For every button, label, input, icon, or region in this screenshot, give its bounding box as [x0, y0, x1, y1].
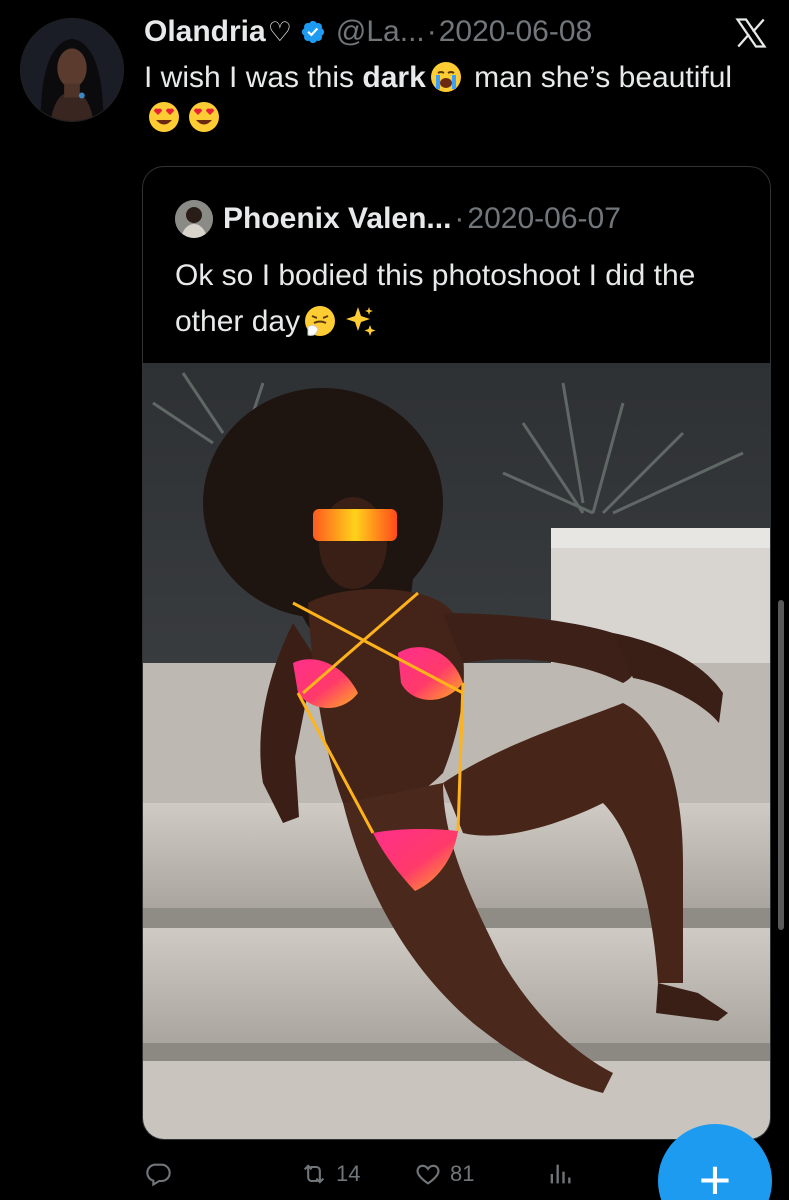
- tweet-text-end: man she’s beautiful: [465, 61, 733, 94]
- plus-icon: +: [698, 1148, 732, 1200]
- separator-dot: ·: [426, 15, 437, 48]
- tweet-text-start: I wish I was this: [144, 61, 363, 94]
- avatar-photo: [21, 19, 123, 121]
- crying-face-emoji-icon: [430, 62, 461, 92]
- retweet-icon: [303, 1164, 325, 1184]
- tweet-date[interactable]: 2020-06-08: [439, 15, 592, 49]
- tweet-text: I wish I was this dark man she’s beautif…: [144, 58, 744, 138]
- author-avatar[interactable]: [20, 18, 124, 122]
- sparkles-emoji-icon: [346, 307, 376, 336]
- heart-icon: [416, 1164, 440, 1185]
- quoted-tweet-card[interactable]: Phoenix Valen... · 2020-06-07 Ok so I bo…: [142, 166, 771, 1140]
- reply-icon: [146, 1163, 171, 1187]
- like-count: 81: [450, 1161, 475, 1186]
- sneezing-face-emoji-icon: [305, 306, 336, 336]
- tweet-header: Olandria ♡ @La... · 2020-06-08: [144, 12, 592, 52]
- like-button[interactable]: 81: [414, 1160, 474, 1188]
- verified-badge-icon: [301, 20, 325, 44]
- author-name[interactable]: Olandria: [144, 15, 266, 49]
- name-heart-symbol: ♡: [267, 16, 292, 47]
- separator-dot: ·: [454, 202, 465, 235]
- tweet-text-bold: dark: [362, 61, 426, 94]
- quoted-author-avatar[interactable]: [175, 200, 213, 238]
- quoted-tweet-date[interactable]: 2020-06-07: [467, 202, 620, 236]
- quoted-tweet-text: Ok so I bodied this photoshoot I did the…: [175, 253, 745, 345]
- quoted-avatar-photo: [175, 200, 213, 238]
- reply-button[interactable]: [144, 1160, 180, 1188]
- heart-eyes-emoji-icon: [189, 102, 219, 132]
- heart-eyes-emoji-icon: [149, 102, 179, 132]
- author-handle[interactable]: @La...: [336, 15, 425, 49]
- quoted-tweet-header: Phoenix Valen... · 2020-06-07: [175, 199, 621, 239]
- quoted-tweet-photo[interactable]: [143, 363, 771, 1140]
- views-chart-icon: [550, 1164, 571, 1184]
- retweet-button[interactable]: 14: [300, 1160, 360, 1188]
- x-logo-icon[interactable]: [733, 16, 769, 50]
- scrollbar-thumb[interactable]: [778, 600, 784, 930]
- quoted-text-body: Ok so I bodied this photoshoot I did the…: [175, 259, 696, 338]
- retweet-count: 14: [336, 1161, 361, 1186]
- quoted-author-name[interactable]: Phoenix Valen...: [223, 202, 451, 236]
- scrollbar[interactable]: [778, 0, 784, 1200]
- views-button[interactable]: [546, 1160, 582, 1188]
